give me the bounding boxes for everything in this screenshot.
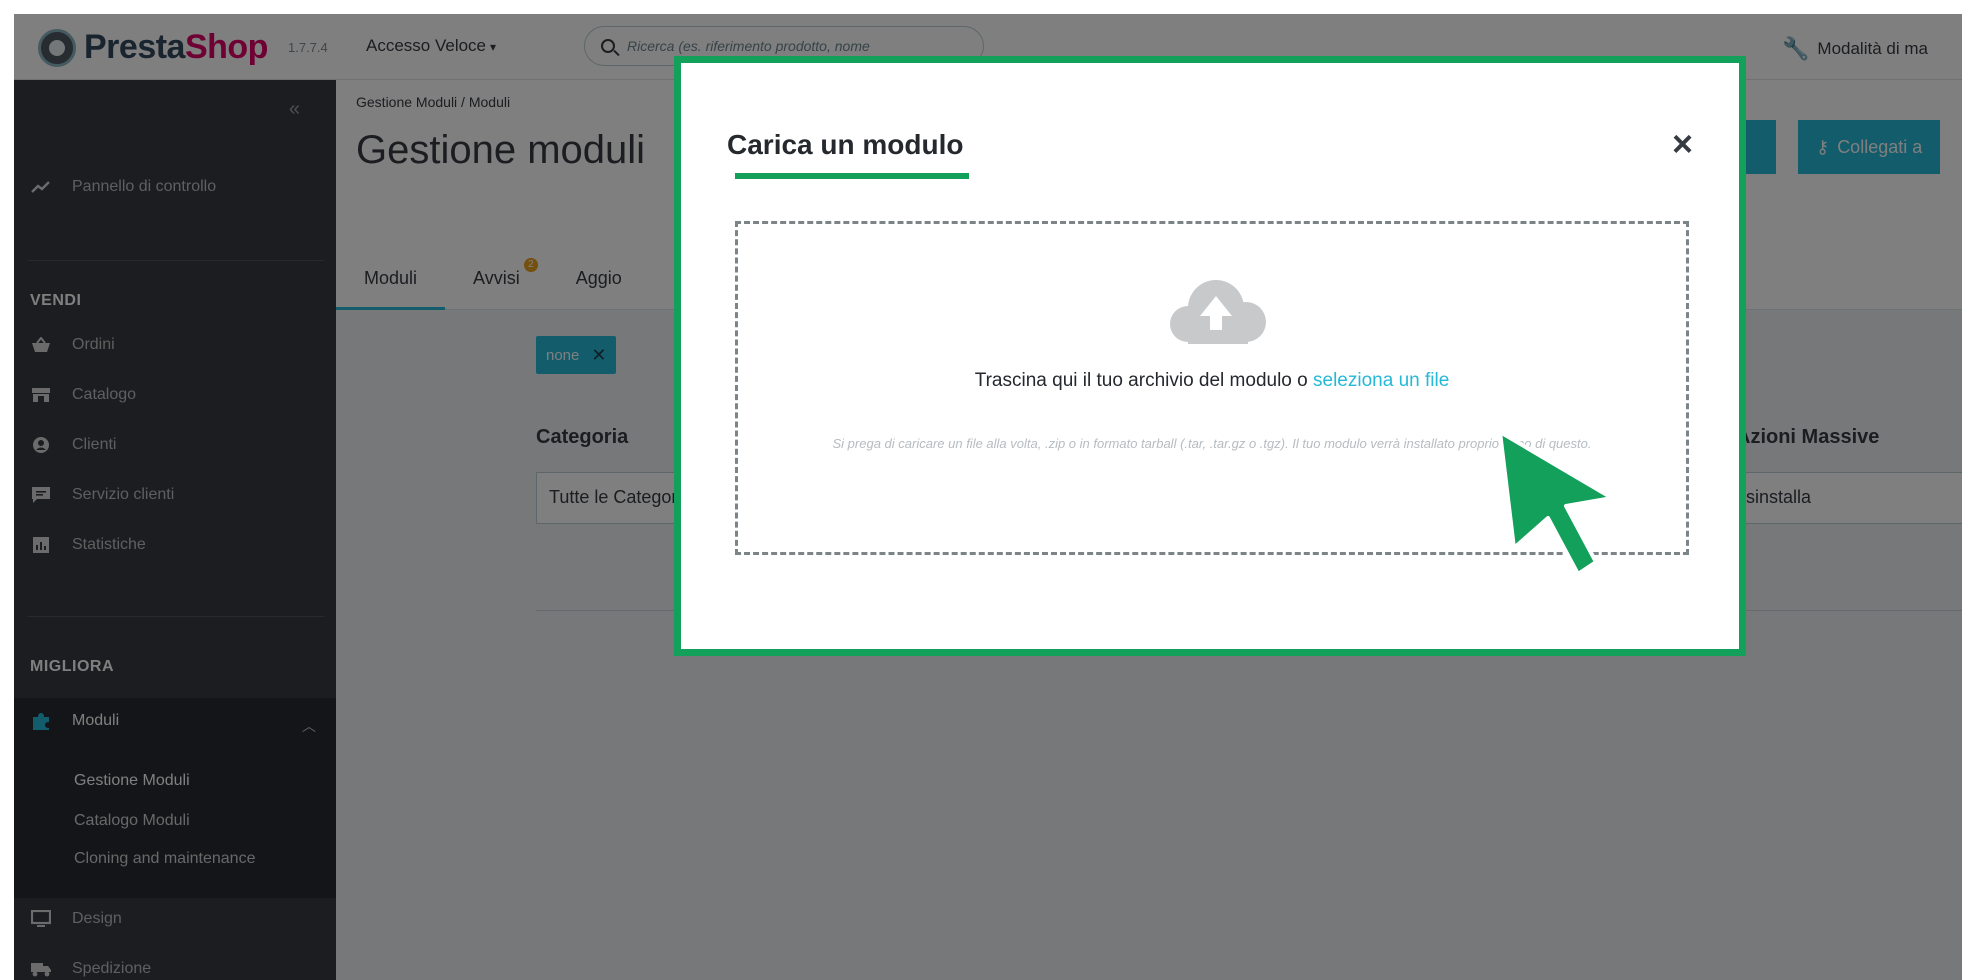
modal-title: Carica un modulo [727, 129, 964, 160]
select-file-link[interactable]: seleziona un file [1313, 370, 1449, 391]
close-icon[interactable]: × [1672, 123, 1693, 165]
dropzone-text: Trascina qui il tuo archivio del modulo … [738, 370, 1686, 392]
app-frame: PrestaShop 1.7.7.4 Accesso Veloce▾ Ricer… [14, 14, 1962, 980]
dropzone-instruction: Trascina qui il tuo archivio del modulo … [974, 370, 1314, 391]
title-underline [735, 173, 969, 179]
pointer-arrow-icon [1496, 430, 1626, 580]
cloud-upload-icon [1156, 272, 1276, 352]
